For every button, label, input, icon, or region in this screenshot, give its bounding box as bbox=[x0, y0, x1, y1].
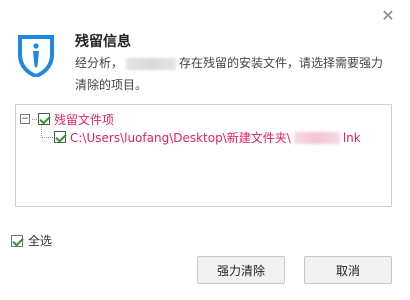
root-checkbox[interactable] bbox=[38, 113, 50, 125]
redacted-filename bbox=[293, 132, 340, 144]
file-path-suffix: lnk bbox=[342, 130, 361, 145]
tree-connector-horizontal bbox=[41, 137, 53, 138]
tree-child-label: C:\Users\luofang\Desktop\新建文件夹\ lnk bbox=[70, 129, 361, 146]
dialog-description: 经分析， 存在残留的安装文件，请选择需要强力清除的项目。 bbox=[75, 52, 393, 96]
description-text-1: 经分析， bbox=[75, 56, 124, 70]
shield-icon bbox=[18, 35, 54, 77]
tree-root-item[interactable]: − 残留文件项 bbox=[20, 111, 114, 127]
tree-child-item[interactable]: C:\Users\luofang\Desktop\新建文件夹\ lnk bbox=[54, 129, 361, 145]
child-checkbox[interactable] bbox=[54, 131, 66, 143]
redacted-app-name bbox=[126, 57, 177, 70]
tree-root-label: 残留文件项 bbox=[54, 112, 115, 127]
select-all-control[interactable]: 全选 bbox=[11, 232, 52, 249]
close-icon[interactable]: ✕ bbox=[380, 8, 396, 24]
file-path-prefix: C:\Users\luofang\Desktop\新建文件夹\ bbox=[70, 130, 291, 145]
cancel-button[interactable]: 取消 bbox=[304, 256, 392, 284]
collapse-icon[interactable]: − bbox=[20, 114, 30, 124]
select-all-checkbox[interactable] bbox=[11, 234, 23, 247]
force-clean-button[interactable]: 强力清除 bbox=[197, 256, 285, 284]
tree-connector bbox=[32, 118, 37, 120]
select-all-label: 全选 bbox=[28, 234, 53, 248]
dialog-title: 残留信息 bbox=[75, 34, 131, 50]
residual-file-tree: − 残留文件项 C:\Users\luofang\Desktop\新建文件夹\ l… bbox=[15, 104, 392, 207]
